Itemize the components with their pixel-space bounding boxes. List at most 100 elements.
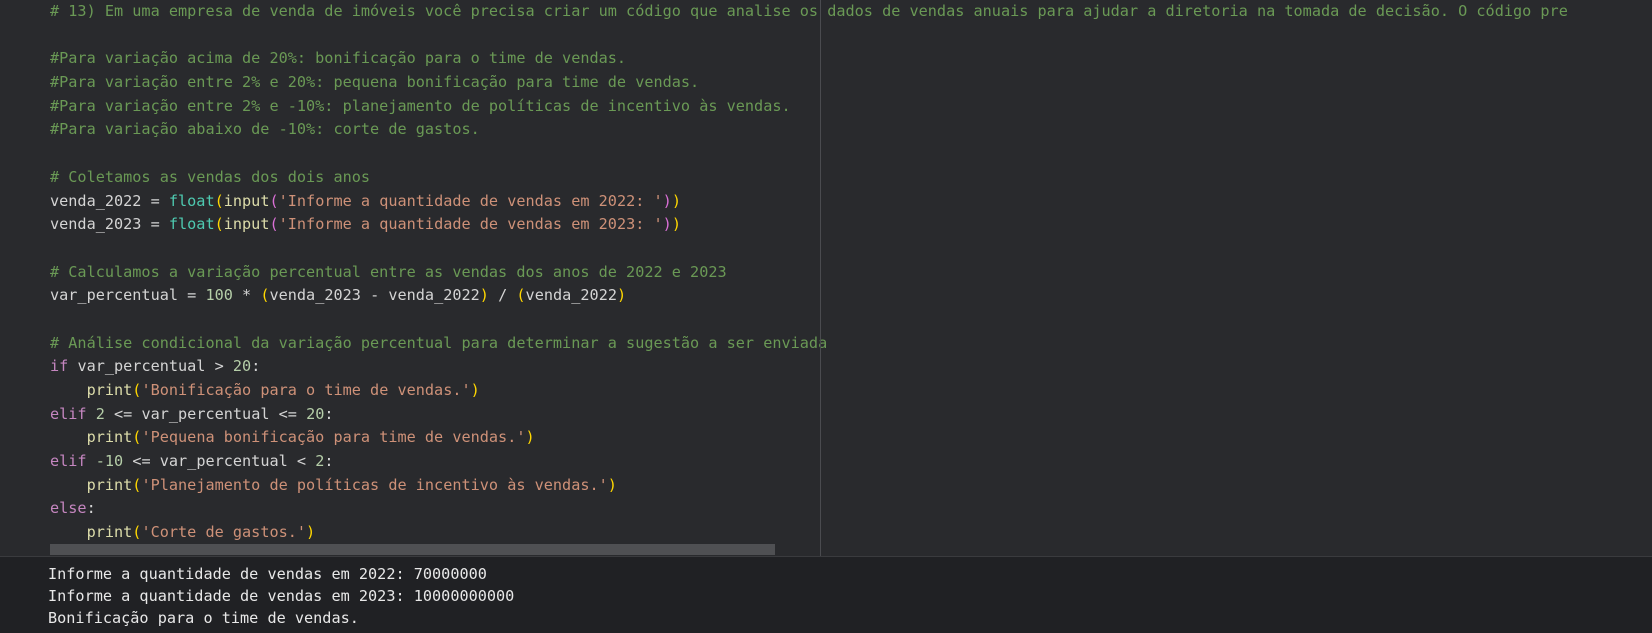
output-panel: Informe a quantidade de vendas em 2022: … [0, 556, 1652, 633]
code-token: 'Pequena bonificação para time de vendas… [141, 428, 526, 447]
code-token: ) [616, 286, 627, 305]
code-token: ( [269, 191, 279, 210]
code-token: ) [470, 381, 480, 399]
code-token: : [324, 452, 334, 471]
code-token: 'Planejamento de políticas de incentivo … [141, 475, 608, 494]
code-token: 20 [306, 404, 325, 423]
code-token: : [251, 357, 261, 376]
code-line[interactable]: print('Bonificação para o time de vendas… [50, 379, 1568, 403]
code-token: #Para variação entre 2% e -10%: planejam… [50, 96, 791, 115]
code-token: # 13) Em uma empresa de venda de imóveis… [50, 2, 1568, 20]
code-token: venda_2023 - venda_2022 [269, 286, 480, 305]
code-token: 100 [205, 286, 233, 305]
code-line[interactable]: elif 2 <= var_percentual <= 20: [50, 403, 1568, 427]
code-line[interactable]: venda_2023 = float(input('Informe a quan… [50, 213, 1568, 237]
code-token: input [223, 191, 270, 210]
code-line[interactable]: ​ [50, 24, 1568, 48]
code-token: #Para variação abaixo de -10%: corte de … [50, 120, 480, 139]
output-line: Bonificação para o time de vendas. [48, 609, 359, 627]
code-token: # Análise condicional da variação percen… [50, 333, 828, 352]
code-token: : [324, 404, 334, 423]
code-token: = [141, 215, 169, 234]
code-token: ) [662, 191, 672, 210]
code-token: -10 [95, 452, 124, 471]
code-line[interactable]: ​ [50, 142, 1568, 166]
code-token: ) [607, 475, 617, 494]
output-line: Informe a quantidade de vendas em 2022: … [48, 565, 487, 583]
code-token: print [86, 523, 133, 542]
code-token: elif [50, 452, 87, 471]
code-token: float [168, 191, 215, 210]
code-token: var_percentual > [68, 357, 233, 376]
code-token: venda_2023 [50, 215, 142, 234]
code-token: ) [671, 215, 681, 234]
code-token: print [86, 381, 133, 399]
code-line[interactable]: #Para variação abaixo de -10%: corte de … [50, 118, 1568, 142]
code-token: float [168, 215, 215, 234]
code-line[interactable]: if var_percentual > 20: [50, 355, 1568, 379]
output-line: Informe a quantidade de vendas em 2023: … [48, 587, 515, 605]
horizontal-scrollbar[interactable] [50, 544, 775, 555]
code-token: ( [516, 286, 526, 305]
code-token: = [178, 286, 206, 305]
code-token: ( [214, 191, 224, 210]
code-token: 'Informe a quantidade de vendas em 2022:… [278, 191, 663, 210]
code-token: #Para variação acima de 20%: bonificação… [50, 49, 627, 68]
code-token: ) [671, 191, 681, 210]
code-token: <= var_percentual <= [104, 404, 307, 423]
code-line[interactable]: # Calculamos a variação percentual entre… [50, 261, 1568, 285]
code-token: 2 [315, 452, 325, 471]
code-token: elif [50, 404, 87, 423]
code-token: var_percentual [50, 286, 179, 305]
code-token: else [50, 499, 87, 518]
code-line[interactable]: ​ [50, 308, 1568, 332]
code-token: ( [214, 215, 224, 234]
code-token: ) [479, 286, 489, 305]
code-token: if [50, 357, 69, 376]
code-token: venda_2022 [50, 191, 142, 210]
code-token: print [86, 475, 133, 494]
code-token: : [86, 499, 96, 518]
code-lines[interactable]: # 13) Em uma empresa de venda de imóveis… [50, 0, 1568, 545]
code-token: venda_2022 [525, 286, 617, 305]
code-token: 'Bonificação para o time de vendas.' [141, 381, 471, 399]
code-line[interactable]: print('Corte de gastos.') [50, 521, 1568, 545]
code-token: 2 [95, 404, 105, 423]
code-token: 'Informe a quantidade de vendas em 2023:… [278, 215, 663, 234]
code-line[interactable]: # Coletamos as vendas dos dois anos [50, 166, 1568, 190]
code-line[interactable]: # 13) Em uma empresa de venda de imóveis… [50, 0, 1568, 24]
code-editor[interactable]: # 13) Em uma empresa de venda de imóveis… [0, 0, 1652, 556]
code-token: = [141, 191, 169, 210]
code-token: ) [662, 215, 672, 234]
code-line[interactable]: #Para variação entre 2% e 20%: pequena b… [50, 71, 1568, 95]
code-line[interactable]: # Análise condicional da variação percen… [50, 332, 1568, 356]
code-token: ) [525, 428, 535, 447]
code-line[interactable]: print('Planejamento de políticas de ince… [50, 474, 1568, 498]
code-line[interactable]: else: [50, 497, 1568, 521]
code-token: 20 [232, 357, 252, 376]
code-token: input [223, 215, 270, 234]
code-token: / [488, 286, 517, 305]
code-line[interactable]: #Para variação acima de 20%: bonificação… [50, 47, 1568, 71]
code-token: # Coletamos as vendas dos dois anos [50, 167, 371, 186]
code-token: ) [306, 523, 316, 542]
code-token: # Calculamos a variação percentual entre… [50, 262, 727, 281]
code-line[interactable]: ​ [50, 237, 1568, 261]
code-line[interactable]: #Para variação entre 2% e -10%: planejam… [50, 95, 1568, 119]
code-token: #Para variação entre 2% e 20%: pequena b… [50, 73, 700, 92]
column-ruler [820, 0, 821, 556]
code-line[interactable]: elif -10 <= var_percentual < 2: [50, 450, 1568, 474]
code-token: ( [269, 215, 279, 234]
code-line[interactable]: print('Pequena bonificação para time de … [50, 426, 1568, 450]
code-token: <= var_percentual < [123, 452, 316, 471]
code-line[interactable]: var_percentual = 100 * (venda_2023 - ven… [50, 284, 1568, 308]
code-token: 'Corte de gastos.' [141, 523, 307, 542]
code-line[interactable]: venda_2022 = float(input('Informe a quan… [50, 190, 1568, 214]
code-token: print [86, 428, 133, 447]
